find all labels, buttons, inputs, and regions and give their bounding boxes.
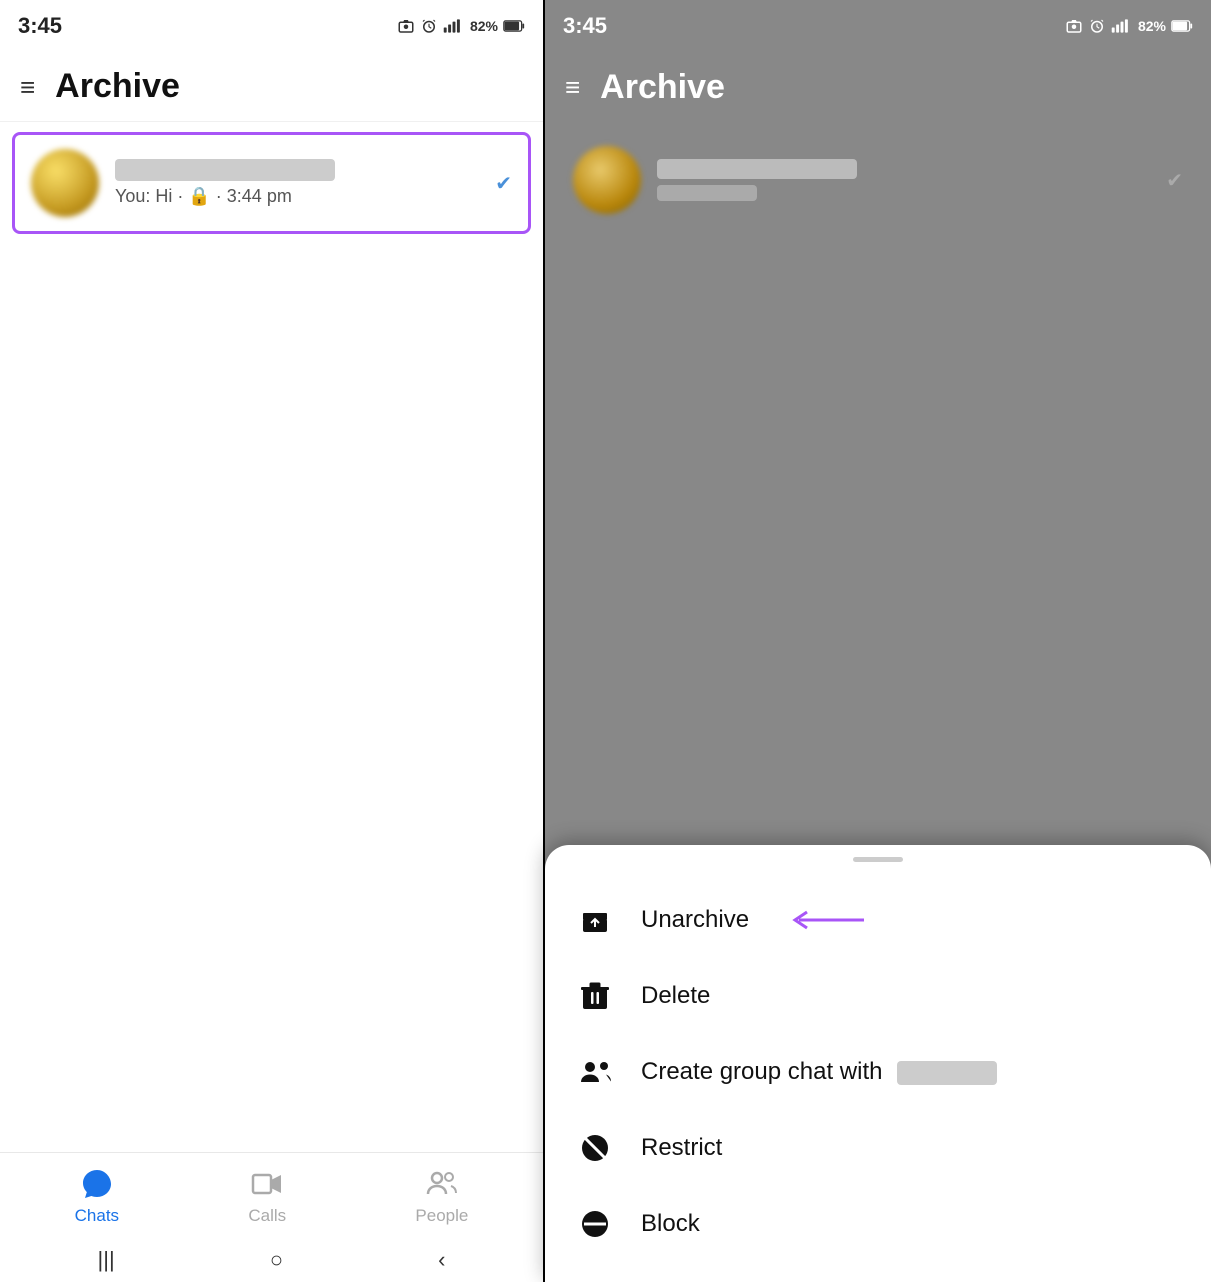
block-svg [580,1209,610,1239]
delete-icon [577,978,613,1014]
left-check-icon: ✔ [495,171,512,196]
left-sys-back[interactable]: ‹ [438,1247,445,1273]
restrict-icon [577,1130,613,1166]
unarchive-icon [577,902,613,938]
signal-icon [443,17,465,35]
people-icon [424,1166,460,1202]
left-status-bar: 3:45 82% [0,0,543,52]
nav-calls-label: Calls [248,1206,286,1226]
sheet-item-delete[interactable]: Delete [545,958,1211,1034]
group-name-blur [897,1061,997,1085]
unarchive-svg [580,905,610,935]
right-panel: 3:45 82% ≡ Archive ✔ [545,0,1211,1282]
alarm-icon [420,17,438,35]
bottom-sheet: Unarchive Delete [545,845,1211,1282]
left-nav-items: Chats Calls People [0,1153,543,1238]
group-svg [578,1058,612,1086]
right-archive-chat-item: ✔ [557,132,1199,228]
delete-svg [581,981,609,1011]
right-avatar [573,146,641,214]
left-status-icons: 82% [397,17,525,35]
right-status-icons: 82% [1065,17,1193,35]
right-camera-icon [1065,17,1083,35]
left-sys-home[interactable]: ○ [270,1247,283,1273]
sheet-restrict-label: Restrict [641,1134,722,1162]
archive-chat-item[interactable]: You: Hi · 🔒 · 3:44 pm ✔ [12,132,531,234]
sheet-delete-label: Delete [641,982,710,1010]
calls-icon [249,1166,285,1202]
sheet-item-create-group[interactable]: Create group chat with [545,1034,1211,1110]
left-spacer [0,244,543,1152]
group-icon [577,1054,613,1090]
sheet-unarchive-label: Unarchive [641,906,749,934]
right-alarm-icon [1088,17,1106,35]
right-chat-name-blur [657,159,857,179]
right-battery-icon [1171,19,1193,33]
nav-chats[interactable]: Chats [75,1166,119,1226]
left-chat-info: You: Hi · 🔒 · 3:44 pm [115,159,479,207]
restrict-svg [580,1133,610,1163]
right-check-meta: ✔ [1166,168,1183,193]
right-battery-text: 82% [1138,18,1166,34]
left-chat-name [115,159,335,181]
battery-icon [503,19,525,33]
sheet-block-label: Block [641,1210,700,1238]
sheet-create-group-label: Create group chat with [641,1058,997,1086]
left-time: 3:45 [18,13,62,39]
left-chat-preview: You: Hi · 🔒 · 3:44 pm [115,186,479,207]
nav-people-label: People [415,1206,468,1226]
left-avatar [31,149,99,217]
sheet-item-block[interactable]: Block [545,1186,1211,1262]
left-chat-meta: ✔ [495,171,512,196]
right-status-bar: 3:45 82% [545,0,1211,52]
nav-chats-label: Chats [75,1206,119,1226]
sheet-item-unarchive[interactable]: Unarchive [545,882,1211,958]
left-battery: 82% [470,18,498,34]
block-icon [577,1206,613,1242]
right-signal-icon [1111,17,1133,35]
left-header: ≡ Archive [0,52,543,122]
nav-calls[interactable]: Calls [248,1166,286,1226]
left-sys-menu[interactable]: ||| [98,1247,115,1273]
right-chat-info [657,159,857,201]
left-page-title: Archive [55,67,180,106]
arrow-icon [789,906,869,934]
sheet-handle [853,857,903,862]
right-check-icon: ✔ [1166,170,1183,192]
nav-people[interactable]: People [415,1166,468,1226]
right-chat-preview-blur [657,185,757,201]
right-page-title: Archive [600,68,725,107]
sheet-item-restrict[interactable]: Restrict [545,1110,1211,1186]
right-time: 3:45 [563,13,607,39]
left-menu-icon[interactable]: ≡ [20,74,35,100]
camera-icon [397,17,415,35]
right-header: ≡ Archive [545,52,1211,122]
left-panel: 3:45 82% ≡ Archive You: Hi · 🔒 · 3:44 pm… [0,0,545,1282]
left-nav-system: ||| ○ ‹ [0,1238,543,1282]
left-bottom-nav: Chats Calls People ||| ○ [0,1152,543,1282]
right-menu-icon[interactable]: ≡ [565,74,580,100]
chats-icon [79,1166,115,1202]
